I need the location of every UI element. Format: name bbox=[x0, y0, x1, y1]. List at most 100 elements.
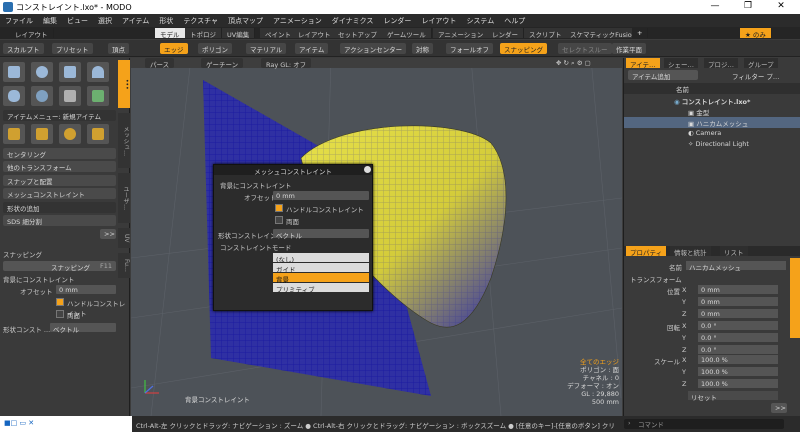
menu-view[interactable]: ビュー bbox=[62, 14, 93, 26]
dialog-bg-constraint-header[interactable]: 背景にコンストレイント bbox=[220, 180, 291, 190]
expand-more-button[interactable]: >> bbox=[100, 229, 116, 239]
transform-header[interactable]: トランスフォーム bbox=[630, 274, 682, 284]
menu-vertex-map[interactable]: 頂点マップ bbox=[223, 14, 268, 26]
minimize-button[interactable]: — bbox=[700, 1, 730, 11]
name-input[interactable]: ハニカムメッシュ bbox=[686, 261, 786, 272]
item-menu-dropdown[interactable]: アイテムメニュー: 新規アイテム bbox=[3, 110, 116, 121]
tab-project[interactable]: プロジ… bbox=[704, 58, 738, 69]
material-mode-button[interactable]: マテリアル bbox=[246, 43, 287, 54]
menu-select[interactable]: 選択 bbox=[93, 14, 117, 26]
tab-topology[interactable]: トポロジ bbox=[185, 28, 222, 39]
menu-edit[interactable]: 編集 bbox=[38, 14, 62, 26]
item-row-mold[interactable]: ▣ 金型 bbox=[624, 106, 800, 117]
command-input[interactable]: コマンド bbox=[624, 419, 784, 429]
close-button[interactable]: ✕ bbox=[766, 1, 796, 11]
centering-dropdown[interactable]: センタリング bbox=[3, 148, 116, 159]
dialog-both-checkbox[interactable] bbox=[275, 216, 283, 224]
sculpt-button[interactable]: スカルプト bbox=[3, 43, 44, 54]
vtab-primary[interactable]: ••• bbox=[118, 60, 130, 108]
dialog-title[interactable]: メッシュコンストレイント bbox=[214, 165, 372, 176]
symmetry-button[interactable]: 対称 bbox=[412, 43, 433, 54]
vtab-user[interactable]: ユーザ… bbox=[118, 173, 130, 223]
snapping-button[interactable]: スナッピング bbox=[500, 43, 547, 54]
menu-system[interactable]: システム bbox=[461, 14, 499, 26]
mesh-constraint-button[interactable]: メッシュコンストレイント bbox=[3, 188, 116, 199]
menu-texture[interactable]: テクスチャ bbox=[178, 14, 223, 26]
position-x-input[interactable]: 0 mm bbox=[698, 285, 778, 294]
tab-script[interactable]: スクリプト bbox=[524, 28, 568, 39]
scale-y-input[interactable]: 100.0 % bbox=[698, 367, 778, 376]
menu-render[interactable]: レンダー bbox=[378, 14, 416, 26]
properties-side-tab[interactable] bbox=[790, 258, 800, 338]
rotation-y-input[interactable]: 0.0 ° bbox=[698, 333, 778, 342]
torus-tool-icon[interactable] bbox=[31, 86, 53, 106]
offset-input[interactable]: 0 mm bbox=[56, 285, 116, 294]
select-through-button[interactable]: セレクトスルー bbox=[558, 43, 612, 54]
tab-animation[interactable]: アニメーション bbox=[433, 28, 490, 39]
scale-x-input[interactable]: 100.0 % bbox=[698, 355, 778, 364]
dialog-shape-dropdown[interactable]: ベクトル bbox=[273, 229, 369, 240]
polygon-mode-button[interactable]: ポリゴン bbox=[198, 43, 232, 54]
bg-constraint-header[interactable]: 背景にコンストレイント bbox=[3, 274, 74, 284]
text-tool-icon[interactable] bbox=[87, 86, 109, 106]
menu-geometry[interactable]: 形状 bbox=[154, 14, 178, 26]
eye-icon[interactable]: ◉ bbox=[674, 98, 680, 106]
shading-dropdown[interactable]: ゲーチーン bbox=[201, 58, 244, 69]
capsule-tool-icon[interactable] bbox=[3, 86, 25, 106]
preset-button[interactable]: プリセット bbox=[52, 43, 93, 54]
mode-background-option[interactable]: 背景 bbox=[273, 273, 369, 284]
menu-dynamics[interactable]: ダイナミクス bbox=[327, 14, 379, 26]
tab-properties[interactable]: プロパティ bbox=[626, 246, 667, 257]
snapping-section-header[interactable]: スナッピング bbox=[3, 249, 42, 259]
vtab-uv[interactable]: UV bbox=[118, 228, 130, 248]
tab-shader[interactable]: シェー… bbox=[664, 58, 698, 69]
maximize-button[interactable]: ❐ bbox=[733, 1, 763, 11]
both-sides-checkbox[interactable] bbox=[56, 310, 64, 318]
transform-tool-icon[interactable] bbox=[31, 124, 53, 144]
rotation-z-input[interactable]: 0.0 ° bbox=[698, 345, 778, 354]
taskbar-thumbnail[interactable]: ■□ ▭ ✕ bbox=[0, 416, 132, 432]
tab-groups[interactable]: グループ bbox=[744, 58, 778, 69]
position-z-input[interactable]: 0 mm bbox=[698, 309, 778, 318]
menu-file[interactable]: ファイル bbox=[0, 14, 38, 26]
rotate-tool-icon[interactable] bbox=[59, 124, 81, 144]
menu-layout[interactable]: レイアウト bbox=[416, 14, 461, 26]
other-transform-dropdown[interactable]: 他のトランスフォーム bbox=[3, 161, 116, 172]
move-tool-icon[interactable] bbox=[3, 124, 25, 144]
viewport-nav-icons[interactable]: ✥ ↻ ⌕ ⚙ ▢ bbox=[551, 58, 596, 68]
shape-constraint-dropdown[interactable]: ベクトル bbox=[50, 323, 116, 334]
filter-dropdown[interactable]: フィルター プ… bbox=[728, 70, 798, 81]
mode-guide-option[interactable]: ガイド bbox=[273, 263, 369, 274]
position-y-input[interactable]: 0 mm bbox=[698, 297, 778, 306]
view-perspective-dropdown[interactable]: パース bbox=[145, 58, 175, 69]
vertex-mode-button[interactable]: 頂点 bbox=[108, 43, 129, 54]
favorites-only-toggle[interactable]: ★ のみ bbox=[740, 28, 772, 39]
tab-uv-edit[interactable]: UV編集 bbox=[222, 28, 256, 39]
reset-dropdown[interactable]: リセット bbox=[688, 391, 778, 402]
shape-add-header[interactable]: 形状の追加 bbox=[3, 202, 116, 213]
vtab-mesh[interactable]: メッシュ… bbox=[118, 113, 130, 168]
tab-list[interactable]: リスト bbox=[720, 246, 748, 257]
tab-setup[interactable]: セットアップ bbox=[333, 28, 383, 39]
cone-tool-icon[interactable] bbox=[87, 62, 109, 82]
pen-tool-icon[interactable] bbox=[59, 86, 81, 106]
menu-animate[interactable]: アニメーション bbox=[268, 14, 327, 26]
props-more-button[interactable]: >> bbox=[771, 403, 787, 413]
sphere-tool-icon[interactable] bbox=[31, 62, 53, 82]
tab-game-tools[interactable]: ゲームツール bbox=[382, 28, 432, 39]
tab-paint[interactable]: ペイント bbox=[260, 28, 297, 39]
item-row-honeycomb[interactable]: ▣ ハニカムメッシュ bbox=[624, 117, 800, 128]
dialog-handle-checkbox[interactable] bbox=[275, 204, 283, 212]
cube-tool-icon[interactable] bbox=[3, 62, 25, 82]
tab-layout[interactable]: レイアウト bbox=[293, 28, 337, 39]
falloff-button[interactable]: フォールオフ bbox=[446, 43, 493, 54]
scale-tool-icon[interactable] bbox=[87, 124, 109, 144]
edge-mode-button[interactable]: エッジ bbox=[160, 43, 188, 54]
tab-render[interactable]: レンダー bbox=[487, 28, 524, 39]
work-plane-button[interactable]: 作業平面 bbox=[612, 43, 646, 54]
tab-model[interactable]: モデル bbox=[155, 28, 186, 39]
dialog-close-icon[interactable] bbox=[364, 166, 371, 173]
item-row-camera[interactable]: ◐ Camera bbox=[624, 128, 800, 139]
snapping-toggle-button[interactable]: スナッピング F11 bbox=[3, 261, 116, 272]
tab-items[interactable]: アイテ… bbox=[626, 58, 660, 69]
